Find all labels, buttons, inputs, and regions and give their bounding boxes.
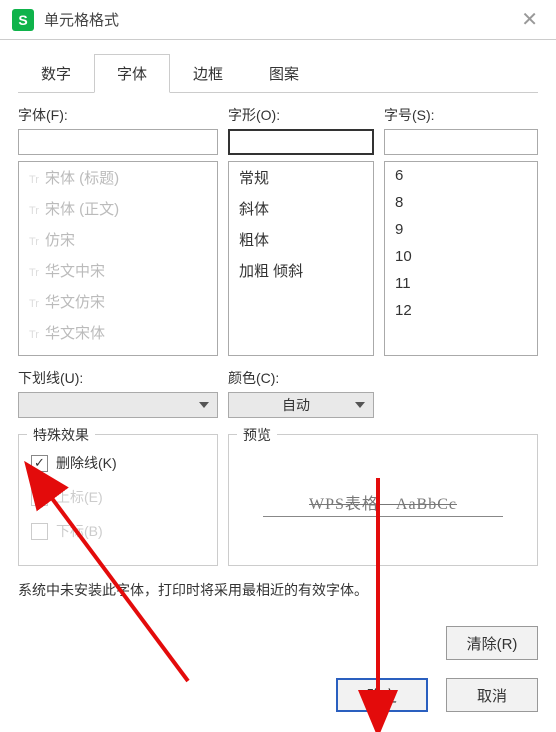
checkbox-icon: ✓ — [31, 455, 48, 472]
preview-sample-text: WPS表格 AaBbCc — [309, 496, 457, 513]
tab-font[interactable]: 字体 — [94, 54, 170, 93]
color-dropdown[interactable]: 自动 — [228, 392, 374, 418]
list-item[interactable]: Tr宋体 (正文) — [19, 193, 217, 224]
clear-button[interactable]: 清除(R) — [446, 626, 538, 660]
preview-group: 预览 WPS表格 AaBbCc — [228, 434, 538, 566]
subscript-checkbox: 下标(B) — [31, 521, 205, 541]
title-bar: S 单元格格式 ✕ — [0, 0, 556, 40]
checkbox-icon — [31, 523, 48, 540]
list-item[interactable]: 12 — [385, 297, 537, 324]
list-item[interactable]: 9 — [385, 216, 537, 243]
checkbox-icon — [31, 489, 48, 506]
list-item[interactable]: 常规 — [229, 162, 373, 193]
size-label: 字号(S): — [384, 105, 538, 125]
list-item[interactable]: 10 — [385, 243, 537, 270]
superscript-label: 上标(E) — [56, 487, 103, 507]
tab-number[interactable]: 数字 — [18, 54, 94, 93]
list-item[interactable]: 11 — [385, 270, 537, 297]
tab-border[interactable]: 边框 — [170, 54, 246, 93]
list-item[interactable]: 斜体 — [229, 193, 373, 224]
app-icon: S — [12, 9, 34, 31]
color-value: 自动 — [237, 395, 355, 415]
ok-button[interactable]: 确定 — [336, 678, 428, 712]
preview-legend: 预览 — [237, 425, 277, 445]
underline-dropdown[interactable] — [18, 392, 218, 418]
underline-label: 下划线(U): — [18, 368, 218, 388]
effects-legend: 特殊效果 — [27, 425, 95, 445]
font-listbox[interactable]: Tr宋体 (标题) Tr宋体 (正文) Tr仿宋 Tr华文中宋 Tr华文仿宋 T… — [18, 161, 218, 356]
chevron-down-icon — [199, 402, 209, 408]
strikethrough-label: 删除线(K) — [56, 453, 117, 473]
strikethrough-checkbox[interactable]: ✓ 删除线(K) — [31, 453, 205, 473]
font-input[interactable] — [18, 129, 218, 155]
style-input[interactable] — [228, 129, 374, 155]
superscript-checkbox: 上标(E) — [31, 487, 205, 507]
size-listbox[interactable]: 6 8 9 10 11 12 — [384, 161, 538, 356]
list-item[interactable]: 6 — [385, 162, 537, 189]
list-item[interactable]: Tr仿宋 — [19, 224, 217, 255]
font-label: 字体(F): — [18, 105, 218, 125]
list-item[interactable]: Tr华文仿宋 — [19, 286, 217, 317]
size-input[interactable] — [384, 129, 538, 155]
list-item[interactable]: 加粗 倾斜 — [229, 255, 373, 286]
list-item[interactable]: 粗体 — [229, 224, 373, 255]
style-listbox[interactable]: 常规 斜体 粗体 加粗 倾斜 — [228, 161, 374, 356]
list-item[interactable]: Tr华文中宋 — [19, 255, 217, 286]
tab-strip: 数字 字体 边框 图案 — [0, 40, 556, 93]
chevron-down-icon — [355, 402, 365, 408]
effects-group: 特殊效果 ✓ 删除线(K) 上标(E) 下标(B) — [18, 434, 218, 566]
window-title: 单元格格式 — [44, 9, 119, 30]
style-label: 字形(O): — [228, 105, 374, 125]
list-item[interactable]: Tr宋体 (标题) — [19, 162, 217, 193]
list-item[interactable]: Tr华文宋体 — [19, 317, 217, 348]
tab-pattern[interactable]: 图案 — [246, 54, 322, 93]
list-item[interactable]: 8 — [385, 189, 537, 216]
cancel-button[interactable]: 取消 — [446, 678, 538, 712]
subscript-label: 下标(B) — [56, 521, 103, 541]
tab-panel-font: 字体(F): Tr宋体 (标题) Tr宋体 (正文) Tr仿宋 Tr华文中宋 T… — [18, 92, 538, 660]
color-label: 颜色(C): — [228, 368, 374, 388]
font-missing-note: 系统中未安装此字体，打印时将采用最相近的有效字体。 — [18, 580, 538, 600]
close-icon[interactable]: ✕ — [515, 7, 544, 32]
